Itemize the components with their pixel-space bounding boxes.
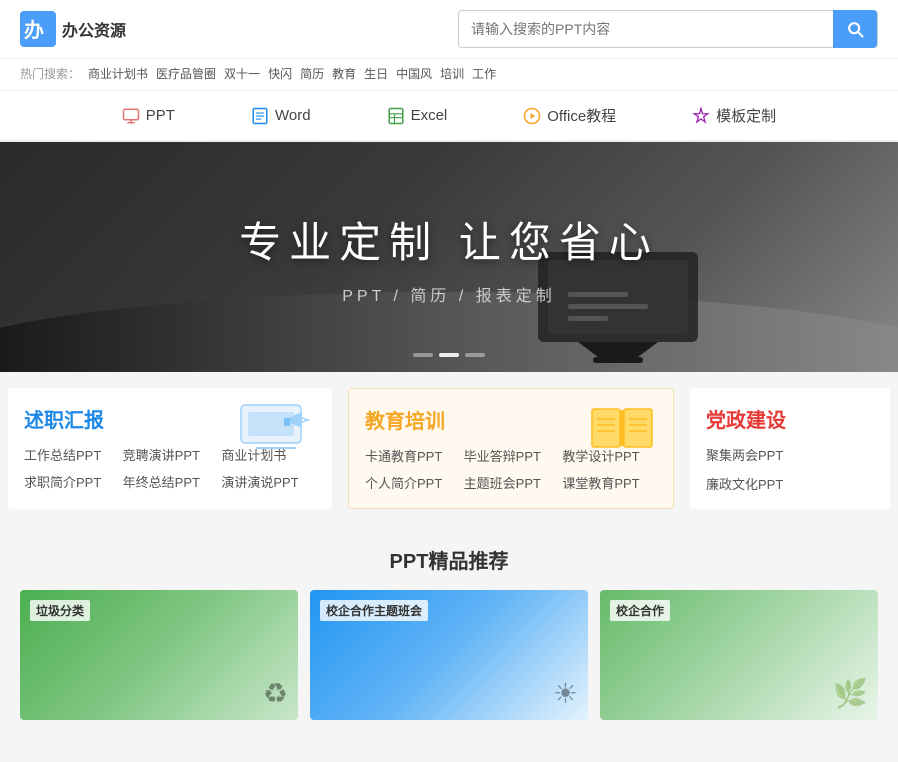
nav-tabs: PPT Word Excel Office教程	[0, 91, 898, 142]
ppt-card-label-1: 校企合作主题班会	[320, 600, 428, 621]
banner-dot-1[interactable]	[413, 353, 433, 357]
categories-section: 述职汇报 工作总结PPT 竞聘演讲PPT 商业计划书 求职简介PPT 年终总结P…	[0, 372, 898, 525]
category-title-2: 党政建设	[706, 404, 874, 433]
category-link[interactable]: 工作总结PPT	[24, 445, 119, 464]
category-card-2: 党政建设 聚集两会PPT 廉政文化PPT	[690, 388, 890, 509]
tab-word-label: Word	[275, 107, 311, 124]
ppt-recommend-section: PPT精品推荐 垃圾分类 ♻ 校企合作主题班会 ☀ 校企合作 🌿	[0, 525, 898, 736]
banner-dots	[413, 353, 485, 357]
hot-search-item[interactable]: 简历	[300, 65, 324, 82]
category-icon-1	[587, 401, 657, 466]
category-link[interactable]: 年终总结PPT	[123, 472, 218, 491]
ppt-card-2[interactable]: 校企合作 🌿	[600, 590, 878, 720]
search-icon	[845, 19, 865, 39]
hot-search-item[interactable]: 教育	[332, 65, 356, 82]
template-icon	[692, 107, 710, 125]
banner-title: 专业定制 让您省心	[239, 209, 659, 270]
tab-ppt[interactable]: PPT	[114, 103, 183, 129]
hot-search-label: 热门搜索：	[20, 65, 80, 82]
logo-area: 办 办公资源	[20, 11, 126, 47]
ppt-card-label-2: 校企合作	[610, 600, 670, 621]
ppt-grid: 垃圾分类 ♻ 校企合作主题班会 ☀ 校企合作 🌿	[20, 590, 878, 720]
word-icon	[251, 107, 269, 125]
tab-office[interactable]: Office教程	[515, 101, 624, 130]
hot-search-item[interactable]: 生日	[364, 65, 388, 82]
banner-dot-2[interactable]	[439, 353, 459, 357]
logo-text: 办公资源	[62, 17, 126, 41]
search-area	[458, 10, 878, 48]
ppt-card-label-0: 垃圾分类	[30, 600, 90, 621]
category-link[interactable]: 卡通教育PPT	[365, 446, 460, 465]
card-deco-0: ♻	[263, 677, 288, 710]
category-link[interactable]: 课堂教育PPT	[562, 473, 657, 492]
category-link[interactable]: 演讲演说PPT	[221, 472, 316, 491]
category-links-2: 聚集两会PPT 廉政文化PPT	[706, 445, 874, 493]
ppt-icon	[122, 107, 140, 125]
logo-icon: 办	[20, 11, 56, 47]
hot-search-item[interactable]: 医疗品管圈	[156, 65, 216, 82]
tab-excel[interactable]: Excel	[379, 103, 456, 129]
category-card-0: 述职汇报 工作总结PPT 竞聘演讲PPT 商业计划书 求职简介PPT 年终总结P…	[8, 388, 332, 509]
tab-office-label: Office教程	[547, 105, 616, 126]
hot-search-item[interactable]: 工作	[472, 65, 496, 82]
hot-search-item[interactable]: 中国风	[396, 65, 432, 82]
category-link[interactable]: 求职简介PPT	[24, 472, 119, 491]
tab-template-label: 模板定制	[716, 105, 776, 126]
hot-search-item[interactable]: 培训	[440, 65, 464, 82]
search-button[interactable]	[833, 10, 877, 48]
header: 办 办公资源	[0, 0, 898, 59]
category-link[interactable]: 廉政文化PPT	[706, 474, 874, 493]
banner: 专业定制 让您省心 PPT / 简历 / 报表定制	[0, 142, 898, 372]
category-icon-0	[236, 400, 316, 465]
card-deco-1: ☀	[553, 677, 578, 710]
category-link[interactable]: 个人简介PPT	[365, 473, 460, 492]
category-link[interactable]: 毕业答辩PPT	[464, 446, 559, 465]
category-card-1: 教育培训 卡通教育PPT 毕业答辩PPT 教学设计PPT 个人简介PPT 主题班…	[348, 388, 674, 509]
svg-text:办: 办	[24, 18, 44, 42]
banner-dot-3[interactable]	[465, 353, 485, 357]
category-link[interactable]: 主题班会PPT	[464, 473, 559, 492]
excel-icon	[387, 107, 405, 125]
tab-word[interactable]: Word	[243, 103, 319, 129]
tab-excel-label: Excel	[411, 107, 448, 124]
ppt-card-1[interactable]: 校企合作主题班会 ☀	[310, 590, 588, 720]
banner-subtitle: PPT / 简历 / 报表定制	[342, 282, 556, 306]
card-deco-2: 🌿	[833, 677, 868, 710]
hot-search-item[interactable]: 双十一	[224, 65, 260, 82]
tab-template[interactable]: 模板定制	[684, 101, 784, 130]
hot-search-item[interactable]: 商业计划书	[88, 65, 148, 82]
tab-ppt-label: PPT	[146, 107, 175, 124]
ppt-section-title: PPT精品推荐	[20, 535, 878, 590]
hot-search-bar: 热门搜索： 商业计划书 医疗品管圈 双十一 快闪 简历 教育 生日 中国风 培训…	[0, 59, 898, 91]
search-input[interactable]	[459, 21, 833, 37]
ppt-card-0[interactable]: 垃圾分类 ♻	[20, 590, 298, 720]
hot-search-item[interactable]: 快闪	[268, 65, 292, 82]
office-icon	[523, 107, 541, 125]
category-link[interactable]: 聚集两会PPT	[706, 445, 874, 464]
category-link[interactable]: 竞聘演讲PPT	[123, 445, 218, 464]
